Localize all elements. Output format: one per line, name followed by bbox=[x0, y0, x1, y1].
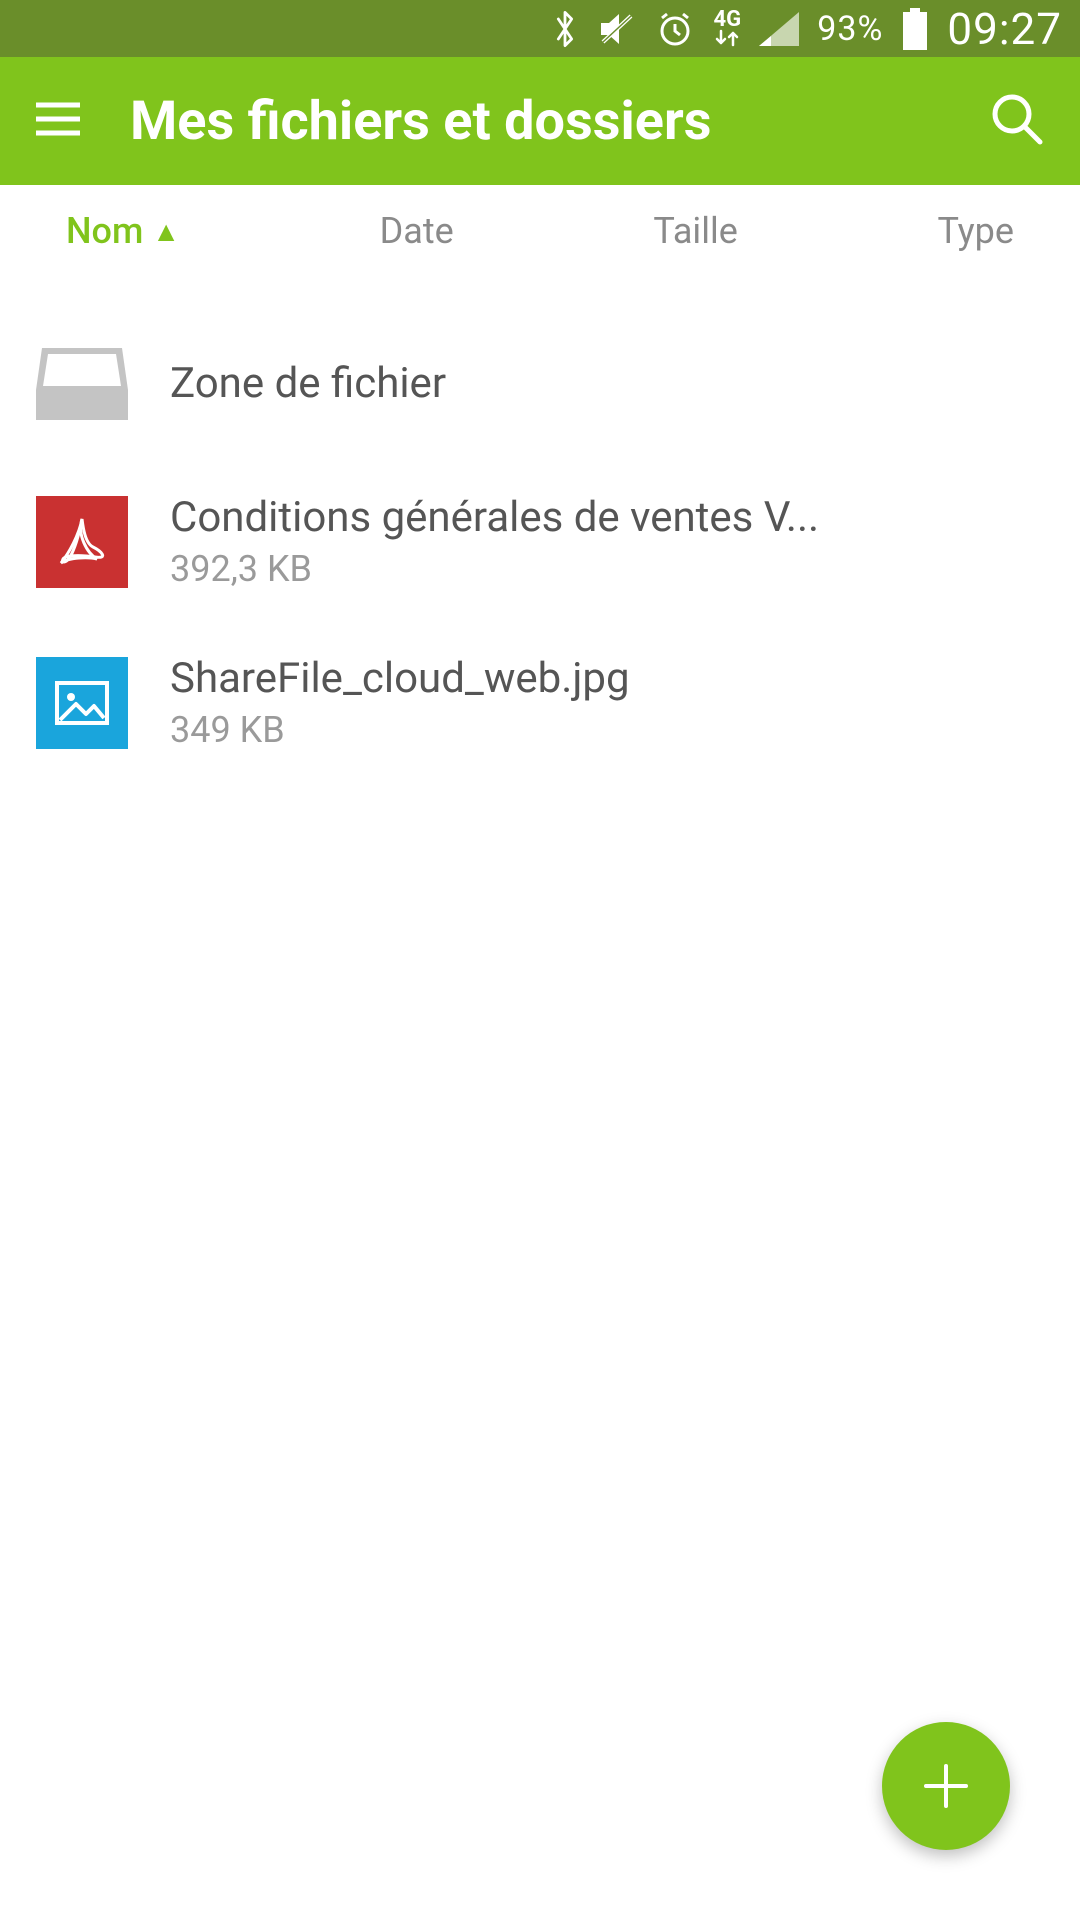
sort-by-type[interactable]: Type bbox=[937, 210, 1014, 252]
battery-percentage: 93% bbox=[817, 9, 883, 49]
add-button[interactable] bbox=[882, 1722, 1010, 1850]
sort-by-date[interactable]: Date bbox=[380, 210, 454, 252]
list-item-text: ShareFile_cloud_web.jpg 349 KB bbox=[170, 654, 1044, 751]
list-item[interactable]: Zone de fichier bbox=[0, 305, 1080, 461]
bluetooth-icon bbox=[551, 9, 579, 49]
battery-icon bbox=[901, 8, 929, 50]
list-item-text: Zone de fichier bbox=[170, 359, 1044, 408]
inbox-icon bbox=[36, 337, 128, 429]
sort-by-size[interactable]: Taille bbox=[653, 210, 737, 252]
item-size: 349 KB bbox=[170, 709, 1044, 751]
alarm-icon bbox=[655, 9, 695, 49]
app-bar: Mes fichiers et dossiers bbox=[0, 57, 1080, 185]
signal-icon bbox=[759, 12, 799, 46]
menu-icon[interactable] bbox=[36, 101, 80, 141]
list-item[interactable]: Conditions générales de ventes V... 392,… bbox=[0, 461, 1080, 622]
network-indicator: 4G bbox=[713, 10, 741, 48]
list-item-text: Conditions générales de ventes V... 392,… bbox=[170, 493, 1044, 590]
sort-by-name[interactable]: Nom ▲ bbox=[66, 210, 180, 252]
item-name: ShareFile_cloud_web.jpg bbox=[170, 654, 1044, 703]
sort-name-label: Nom bbox=[66, 210, 143, 252]
sort-bar: Nom ▲ Date Taille Type bbox=[0, 185, 1080, 277]
item-name: Conditions générales de ventes V... bbox=[170, 493, 1044, 542]
sort-ascending-icon: ▲ bbox=[152, 215, 180, 248]
page-title: Mes fichiers et dossiers bbox=[130, 90, 940, 153]
file-list: Zone de fichier Conditions générales de … bbox=[0, 277, 1080, 783]
image-icon bbox=[36, 657, 128, 749]
pdf-icon bbox=[36, 496, 128, 588]
list-item[interactable]: ShareFile_cloud_web.jpg 349 KB bbox=[0, 622, 1080, 783]
search-icon[interactable] bbox=[990, 92, 1044, 150]
item-name: Zone de fichier bbox=[170, 359, 1044, 408]
item-size: 392,3 KB bbox=[170, 548, 1044, 590]
status-bar: 4G 93% 09:27 bbox=[0, 0, 1080, 57]
network-type-label: 4G bbox=[713, 10, 741, 30]
mute-icon bbox=[597, 10, 637, 48]
clock: 09:27 bbox=[947, 3, 1062, 55]
